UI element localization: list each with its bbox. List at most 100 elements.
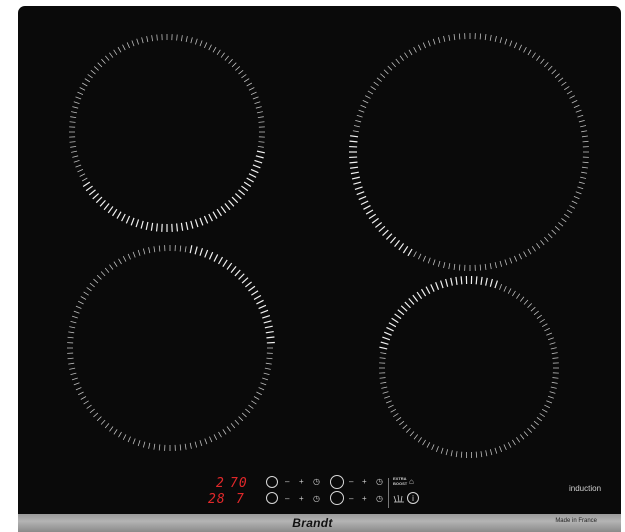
plus-button-3[interactable]: + xyxy=(299,494,304,504)
keep-warm-icon[interactable] xyxy=(393,494,405,503)
zone-tick xyxy=(263,372,270,376)
zone-tick xyxy=(116,211,122,219)
zone-tick xyxy=(89,408,95,414)
zone-tick xyxy=(77,169,84,173)
zone-top-right xyxy=(349,33,589,271)
timer-icon[interactable]: ◷ xyxy=(313,494,320,504)
zone-tick xyxy=(489,34,492,41)
zone-tick xyxy=(485,277,488,286)
zone-tick xyxy=(88,189,96,196)
minus-button-1[interactable]: – xyxy=(285,477,289,487)
zone-tick xyxy=(475,276,478,285)
zone-select-button-3[interactable] xyxy=(266,492,278,504)
zone-tick xyxy=(86,404,92,409)
zone-tick xyxy=(489,263,492,270)
zone-tick xyxy=(397,309,405,316)
zone-tick xyxy=(146,36,149,43)
zone-tick xyxy=(78,391,84,396)
zone-tick xyxy=(92,193,100,200)
brand-logo: Brandt xyxy=(292,516,333,530)
zone-tick xyxy=(353,181,362,185)
zone-tick xyxy=(544,236,549,242)
zone-tick xyxy=(360,104,367,108)
zone-tick xyxy=(380,73,386,78)
zone-tick xyxy=(70,320,77,324)
zone-tick xyxy=(375,221,383,228)
zone-tick xyxy=(195,38,198,45)
divider xyxy=(388,478,389,508)
minus-button-4[interactable]: – xyxy=(349,494,353,504)
zone-tick xyxy=(385,233,393,240)
zone-tick xyxy=(73,310,80,314)
zone-tick xyxy=(571,100,578,104)
plus-button-2[interactable]: + xyxy=(362,477,367,487)
zone-select-button-1[interactable] xyxy=(266,476,278,488)
zone-tick xyxy=(71,111,78,114)
zone-tick xyxy=(383,69,389,75)
zone-tick xyxy=(248,404,254,409)
zone-tick xyxy=(104,423,110,429)
zone-tick xyxy=(78,300,84,305)
timer-icon[interactable]: ◷ xyxy=(313,477,320,487)
zone-tick xyxy=(216,49,221,56)
zone-tick xyxy=(204,438,208,445)
zone-tick xyxy=(418,253,422,260)
plus-button-4[interactable]: + xyxy=(362,494,367,504)
zone-tick xyxy=(540,240,545,246)
zone-tick xyxy=(109,264,114,270)
zone-tick xyxy=(455,276,458,285)
zone-tick xyxy=(84,78,91,83)
minus-button-2[interactable]: – xyxy=(349,477,353,487)
zone-tick xyxy=(445,449,449,456)
zone-tick xyxy=(199,440,203,447)
zone-tick xyxy=(194,246,198,255)
zone-tick xyxy=(530,306,536,312)
zone-tick xyxy=(417,437,422,443)
zone-bottom-left xyxy=(67,245,275,451)
timer-icon[interactable]: ◷ xyxy=(376,494,383,504)
zone-tick xyxy=(379,377,386,379)
minus-button-3[interactable]: – xyxy=(285,494,289,504)
zone-tick xyxy=(113,429,118,435)
zone-tick xyxy=(426,442,431,448)
zone-tick xyxy=(384,395,391,399)
zone-tick xyxy=(430,284,435,292)
zone-select-button-2[interactable] xyxy=(330,475,344,489)
zone-tick xyxy=(536,417,543,422)
zone-tick xyxy=(349,140,358,143)
lock-icon[interactable]: ⌂ xyxy=(409,477,414,487)
zone-tick xyxy=(480,276,483,285)
zone-tick xyxy=(199,247,204,256)
zone-tick xyxy=(69,367,76,370)
zone-tick xyxy=(577,114,584,118)
zone-tick xyxy=(256,111,263,114)
zone-tick xyxy=(156,34,158,41)
zone-tick xyxy=(113,49,118,56)
zone-top-left xyxy=(69,34,265,232)
zone-tick xyxy=(350,166,359,169)
zone-tick xyxy=(362,100,369,104)
zone-tick xyxy=(245,281,252,288)
zone-tick xyxy=(503,285,507,292)
zone-tick xyxy=(443,35,446,42)
zone-tick xyxy=(208,251,214,260)
timer-icon[interactable]: ◷ xyxy=(376,477,383,487)
zone-tick xyxy=(453,34,456,41)
zone-tick xyxy=(222,429,227,435)
plus-button-1[interactable]: + xyxy=(299,477,304,487)
zone-tick xyxy=(79,173,86,177)
power-button[interactable]: i xyxy=(407,492,419,504)
zone-tick xyxy=(176,223,179,232)
zone-tick xyxy=(73,160,80,163)
zone-tick xyxy=(400,305,408,312)
zone-tick xyxy=(382,336,391,341)
zone-tick xyxy=(425,286,431,294)
zone-tick xyxy=(93,412,99,418)
zone-tick xyxy=(494,280,499,289)
zone-select-button-4[interactable] xyxy=(330,491,344,505)
zone-tick xyxy=(382,391,389,394)
zone-tick xyxy=(238,273,245,280)
zone-tick xyxy=(380,341,389,345)
zone-tick xyxy=(248,87,255,91)
zone-tick xyxy=(180,222,184,231)
